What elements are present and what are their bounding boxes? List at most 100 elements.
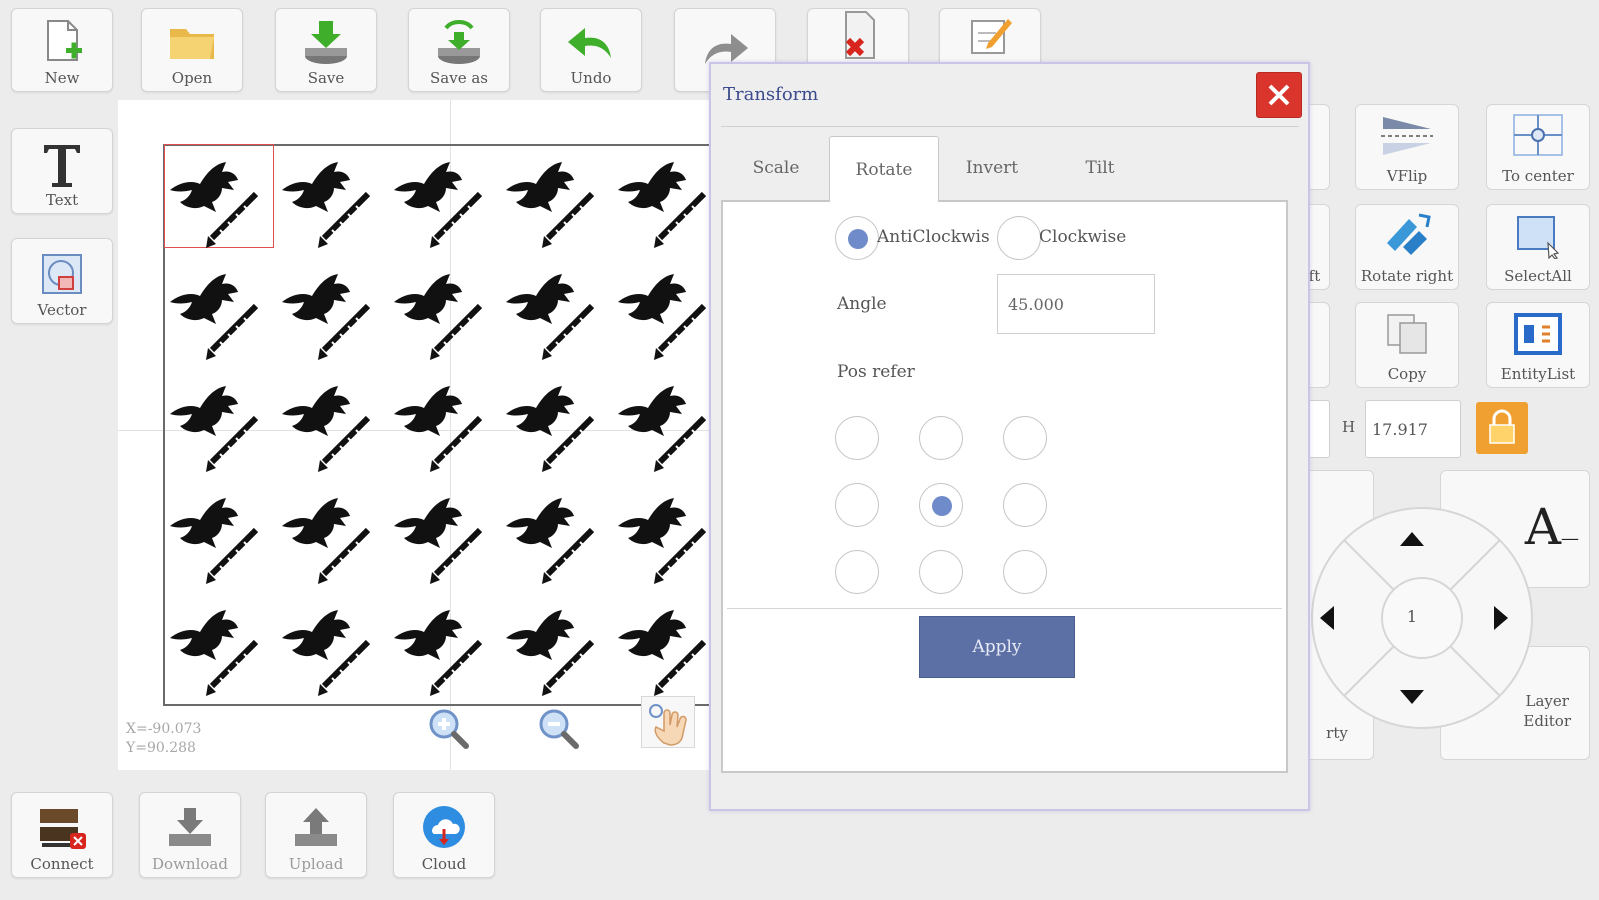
- canvas-sprite[interactable]: [500, 364, 610, 474]
- to-center-button[interactable]: To center: [1486, 104, 1590, 190]
- copy-button[interactable]: Copy: [1355, 302, 1459, 388]
- pan-hand-icon[interactable]: [641, 696, 695, 748]
- select-all-label: SelectAll: [1504, 267, 1572, 285]
- arrow-down-icon[interactable]: [1398, 686, 1426, 710]
- pos-refer-top-right[interactable]: [1003, 416, 1047, 460]
- pos-refer-bottom-right[interactable]: [1003, 550, 1047, 594]
- delete-file-icon: [832, 10, 884, 60]
- pos-refer-top-center[interactable]: [919, 416, 963, 460]
- canvas-sprite[interactable]: [164, 252, 274, 362]
- save-label: Save: [307, 69, 345, 87]
- new-label: New: [44, 69, 80, 87]
- canvas-sprite[interactable]: [164, 588, 274, 698]
- canvas-sprite[interactable]: [276, 364, 386, 474]
- zoom-out-icon[interactable]: [536, 706, 582, 752]
- text-tool-label: Text: [45, 191, 79, 209]
- canvas-sprite[interactable]: [388, 476, 498, 586]
- transform-dialog: Transform Scale Rotate Invert Tilt AntiC…: [709, 62, 1310, 811]
- select-all-button[interactable]: SelectAll: [1486, 204, 1590, 290]
- canvas-sprite[interactable]: [276, 252, 386, 362]
- vector-icon: [36, 249, 88, 299]
- pos-refer-bottom-left[interactable]: [835, 550, 879, 594]
- tab-tilt[interactable]: Tilt: [1045, 136, 1155, 200]
- open-button[interactable]: Open: [141, 8, 243, 92]
- undo-arrow-icon: [565, 17, 617, 67]
- apply-button[interactable]: Apply: [919, 616, 1075, 678]
- cloud-label: Cloud: [421, 855, 467, 873]
- angle-input[interactable]: [997, 274, 1155, 334]
- entity-list-icon: [1512, 311, 1564, 361]
- canvas-sprite[interactable]: [388, 588, 498, 698]
- dialog-title: Transform: [723, 84, 819, 105]
- save-as-label: Save as: [430, 69, 488, 87]
- pos-refer-top-left[interactable]: [835, 416, 879, 460]
- edit-button[interactable]: [939, 8, 1041, 68]
- canvas-sprite[interactable]: [164, 140, 274, 250]
- coordinate-readout: X=-90.073 Y=90.288: [126, 720, 201, 758]
- tab-scale[interactable]: Scale: [721, 136, 831, 200]
- design-canvas[interactable]: X=-90.073 Y=90.288: [118, 100, 723, 770]
- entity-list-button[interactable]: EntityList: [1486, 302, 1590, 388]
- arrow-left-icon[interactable]: [1314, 604, 1338, 632]
- connect-button[interactable]: Connect: [11, 792, 113, 878]
- angle-label: Angle: [837, 294, 887, 314]
- lock-aspect-icon[interactable]: [1476, 402, 1528, 454]
- tab-rotate[interactable]: Rotate: [829, 136, 939, 202]
- canvas-sprite[interactable]: [388, 252, 498, 362]
- canvas-sprite[interactable]: [276, 140, 386, 250]
- height-field[interactable]: 17.917: [1365, 400, 1461, 458]
- vflip-icon: [1379, 113, 1435, 163]
- new-button[interactable]: New: [11, 8, 113, 92]
- close-button[interactable]: [1256, 72, 1302, 118]
- coord-x: X=-90.073: [126, 721, 202, 737]
- canvas-sprite[interactable]: [500, 140, 610, 250]
- zoom-in-icon[interactable]: [426, 706, 472, 752]
- move-step-value[interactable]: 1: [1400, 607, 1424, 626]
- canvas-sprite[interactable]: [612, 588, 713, 698]
- rotate-right-button[interactable]: Rotate right: [1355, 204, 1459, 290]
- pos-refer-middle-left[interactable]: [835, 483, 879, 527]
- cloud-button[interactable]: Cloud: [393, 792, 495, 878]
- canvas-sprite[interactable]: [612, 476, 713, 586]
- canvas-sprite[interactable]: [500, 252, 610, 362]
- canvas-sprite[interactable]: [276, 588, 386, 698]
- connect-devices-icon: [36, 803, 88, 853]
- canvas-sprite[interactable]: [164, 476, 274, 586]
- undo-button[interactable]: Undo: [540, 8, 642, 92]
- canvas-sprite[interactable]: [500, 476, 610, 586]
- canvas-sprite[interactable]: [612, 252, 713, 362]
- upload-label: Upload: [288, 855, 344, 873]
- canvas-sprite[interactable]: [388, 364, 498, 474]
- canvas-sprite[interactable]: [612, 140, 713, 250]
- arrow-right-icon[interactable]: [1490, 604, 1514, 632]
- pos-refer-center[interactable]: [919, 483, 963, 527]
- title-divider: [721, 126, 1299, 127]
- save-download-icon: [300, 17, 352, 67]
- pos-refer-middle-right[interactable]: [1003, 483, 1047, 527]
- to-center-label: To center: [1502, 167, 1574, 185]
- save-as-button[interactable]: Save as: [408, 8, 510, 92]
- save-as-icon: [433, 17, 485, 67]
- copy-label: Copy: [1387, 365, 1427, 383]
- text-tool-button[interactable]: Text: [11, 128, 113, 214]
- canvas-sprite[interactable]: [612, 364, 713, 474]
- anticlockwise-radio[interactable]: [835, 216, 879, 260]
- canvas-sprite[interactable]: [164, 364, 274, 474]
- clockwise-label: Clockwise: [1039, 227, 1127, 247]
- upload-button[interactable]: Upload: [265, 792, 367, 878]
- vector-tool-button[interactable]: Vector: [11, 238, 113, 324]
- canvas-sprite[interactable]: [500, 588, 610, 698]
- save-button[interactable]: Save: [275, 8, 377, 92]
- folder-icon: [166, 17, 218, 67]
- delete-button[interactable]: [807, 8, 909, 68]
- canvas-sprite[interactable]: [388, 140, 498, 250]
- h-label: H: [1342, 418, 1356, 436]
- edit-pencil-icon: [964, 10, 1016, 60]
- clockwise-radio[interactable]: [997, 216, 1041, 260]
- vflip-button[interactable]: VFlip: [1355, 104, 1459, 190]
- canvas-sprite[interactable]: [276, 476, 386, 586]
- arrow-up-icon[interactable]: [1398, 526, 1426, 550]
- tab-invert[interactable]: Invert: [937, 136, 1047, 200]
- pos-refer-bottom-center[interactable]: [919, 550, 963, 594]
- download-button[interactable]: Download: [139, 792, 241, 878]
